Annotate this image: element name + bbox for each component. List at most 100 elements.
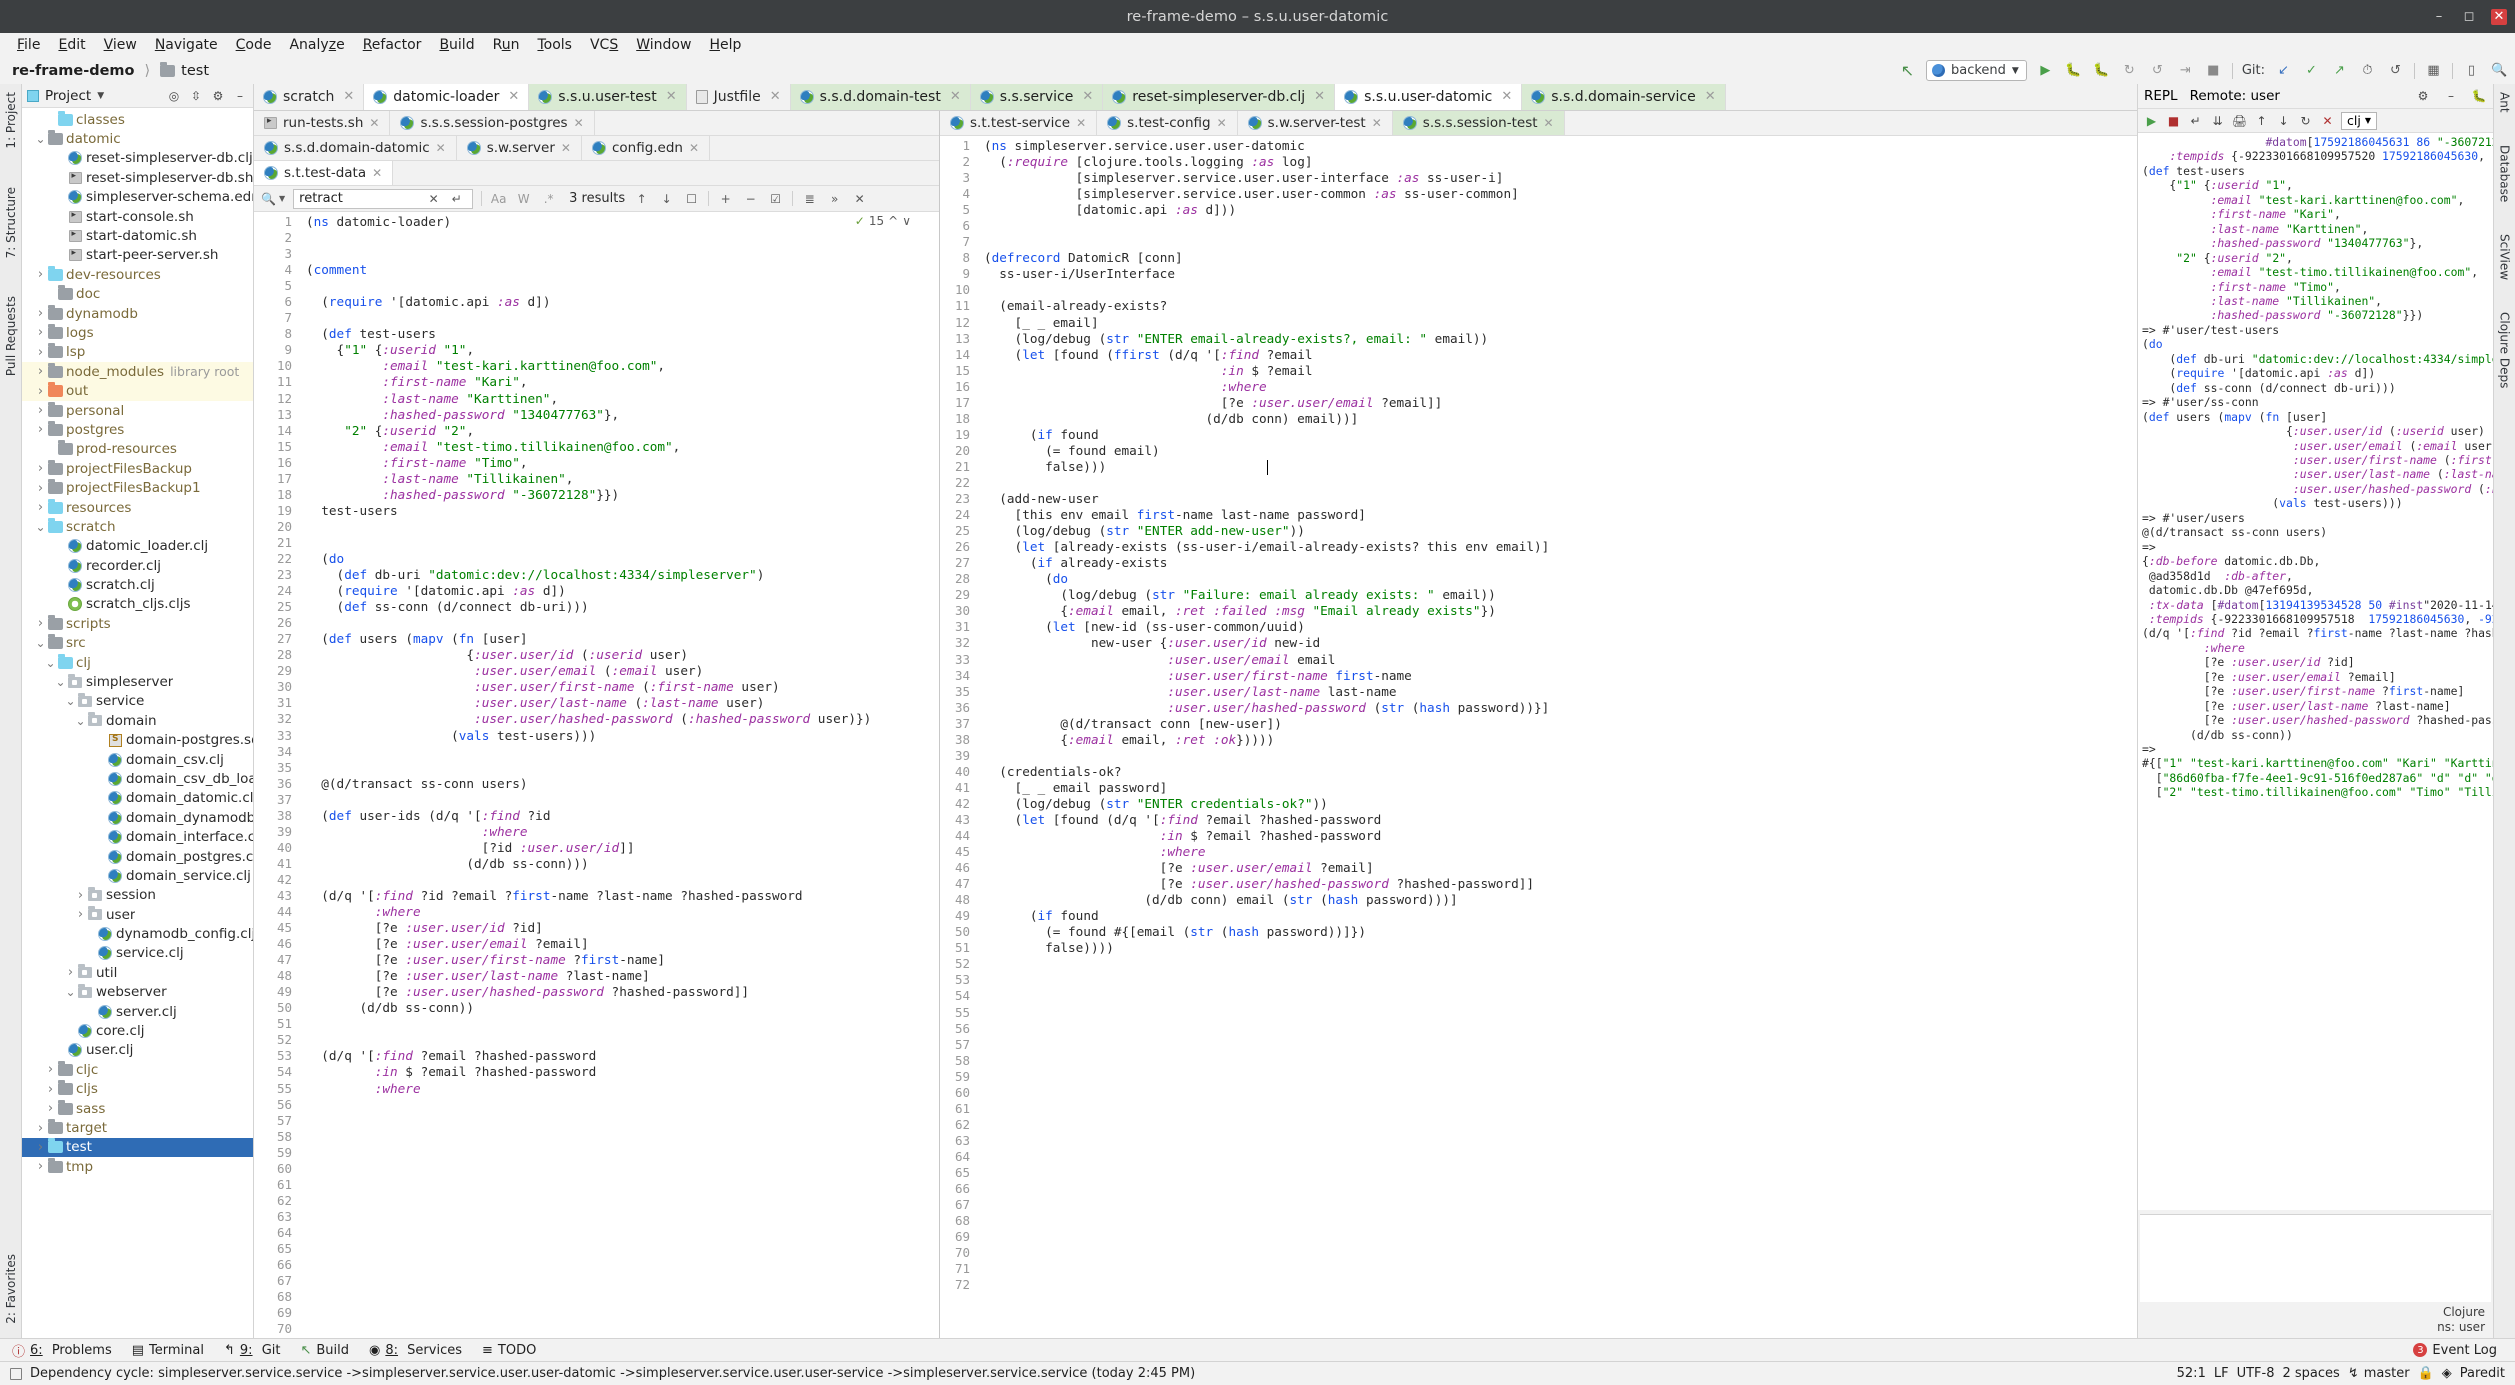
debug-icon[interactable]: 🐛: [2471, 88, 2487, 104]
close-tab-icon[interactable]: ✕: [1372, 116, 1382, 130]
chevron-down-icon[interactable]: ⌄: [34, 133, 47, 145]
chevron-right-icon[interactable]: ›: [34, 403, 47, 418]
bottom-item-git[interactable]: ↰ 9: Git: [224, 1343, 281, 1358]
close-tab-icon[interactable]: ✕: [1217, 116, 1227, 130]
chevron-right-icon[interactable]: ›: [34, 500, 47, 515]
stop-icon[interactable]: ■: [2204, 61, 2223, 80]
menu-tools[interactable]: Tools: [528, 35, 581, 55]
close-tab-icon[interactable]: ✕: [1544, 116, 1554, 130]
chevron-right-icon[interactable]: ›: [34, 1140, 47, 1155]
right-code-area[interactable]: 1 2 3 4 5 6 7 8 9 10 11 12 13 14 15 16 17 18 19 20 21 22 23 24 2…: [940, 136, 2137, 1338]
debug-icon[interactable]: 🐛: [2064, 61, 2083, 80]
chevron-right-icon[interactable]: ›: [34, 345, 47, 360]
settings-icon[interactable]: ⚙: [2415, 88, 2431, 104]
close-tab-icon[interactable]: ✕: [666, 89, 677, 104]
close-tab-icon[interactable]: ✕: [1705, 89, 1716, 104]
chevron-right-icon[interactable]: ›: [34, 461, 47, 476]
prev-match-icon[interactable]: ↑: [633, 190, 650, 207]
close-tab-icon[interactable]: ✕: [436, 141, 446, 155]
inspection-widget[interactable]: ✓ 15 ^ ∨: [855, 214, 911, 228]
git-commit-icon[interactable]: ✓: [2302, 61, 2321, 80]
tree-item-domain-postgres-sql[interactable]: domain-postgres.sql: [22, 731, 253, 750]
tree-item-start-datomic-sh[interactable]: start-datomic.sh: [22, 226, 253, 245]
tree-item-user-clj[interactable]: user.clj: [22, 1041, 253, 1060]
stop-icon[interactable]: ■: [2165, 112, 2182, 129]
tree-item-target[interactable]: › target: [22, 1118, 253, 1137]
tree-item-domain-csv-clj[interactable]: domain_csv.clj: [22, 750, 253, 769]
chevron-down-icon[interactable]: ⌄: [74, 715, 87, 727]
close-tab-icon[interactable]: ✕: [1314, 89, 1325, 104]
left-pane-tabrow-1[interactable]: run-tests.sh ✕ s.s.s.session-postgres ✕: [254, 111, 939, 136]
status-branch[interactable]: ↯ master: [2348, 1366, 2410, 1381]
close-tab-icon[interactable]: ✕: [950, 89, 961, 104]
menu-vcs[interactable]: VCS: [581, 35, 627, 55]
hide-icon[interactable]: –: [232, 88, 248, 104]
step-icon[interactable]: ⇥: [2176, 61, 2195, 80]
tree-item-domain-postgres-clj[interactable]: domain_postgres.clj: [22, 847, 253, 866]
up-icon[interactable]: ↑: [2253, 112, 2270, 129]
soft-wrap-icon[interactable]: ↵: [2187, 112, 2204, 129]
chevron-right-icon[interactable]: ›: [34, 422, 47, 437]
maximize-icon[interactable]: ◻: [2461, 9, 2477, 25]
layout-icon[interactable]: ▦: [2424, 61, 2443, 80]
scroll-end-icon[interactable]: ⇊: [2209, 112, 2226, 129]
sidebar-item-sciview[interactable]: SciView: [2497, 230, 2513, 284]
menu-file[interactable]: File: [8, 35, 49, 55]
editor-tab-bar[interactable]: scratch ✕ datomic-loader ✕ s.s.u.user-test ✕ J…: [254, 84, 2137, 111]
chevron-right-icon[interactable]: ›: [64, 965, 77, 980]
left-code-text[interactable]: (ns datomic-loader) (comment (require '[…: [300, 214, 939, 1097]
tree-item-domain-service-clj[interactable]: domain_service.clj: [22, 866, 253, 885]
bottom-item-services[interactable]: ◉ 8: Services: [369, 1343, 462, 1358]
rerun-icon[interactable]: ↻: [2120, 61, 2139, 80]
bottom-item-build[interactable]: ↖ Build: [300, 1343, 349, 1358]
regex-icon[interactable]: .*: [540, 190, 557, 207]
rollback-icon[interactable]: ↺: [2386, 61, 2405, 80]
close-tab-icon[interactable]: ✕: [574, 116, 584, 130]
tree-item-service[interactable]: ⌄ service: [22, 692, 253, 711]
back-arrow-icon[interactable]: ↖: [1898, 61, 1917, 80]
event-log-button[interactable]: 3 Event Log: [2413, 1343, 2497, 1358]
multiline-icon[interactable]: ↵: [448, 190, 465, 207]
right-code-wrap[interactable]: (ns simpleserver.service.user.user-datom…: [978, 136, 2137, 1338]
tree-item-domain-dynamodb-clj[interactable]: domain_dynamodb.clj: [22, 808, 253, 827]
tree-item-clj[interactable]: ⌄ clj: [22, 653, 253, 672]
close-tab-icon[interactable]: ✕: [369, 116, 379, 130]
tree-item-domain[interactable]: ⌄ domain: [22, 711, 253, 730]
project-tree[interactable]: classes ⌄ datomic reset-simpleserver-db.clj…: [22, 108, 253, 1338]
status-encoding[interactable]: UTF-8: [2237, 1366, 2275, 1381]
menu-window[interactable]: Window: [627, 35, 700, 55]
editor-tab-s-s-d-domain-service[interactable]: s.s.d.domain-service ✕: [1522, 84, 1726, 110]
debug-with-coverage-icon[interactable]: 🐛: [2092, 61, 2111, 80]
tree-item-simpleserver[interactable]: ⌄ simpleserver: [22, 672, 253, 691]
sidebar-item-pull-requests[interactable]: Pull Requests: [3, 292, 19, 380]
tree-item-cljs[interactable]: › cljs: [22, 1080, 253, 1099]
editor-tab-s-s-d-domain-test[interactable]: s.s.d.domain-test ✕: [790, 84, 971, 110]
match-case-icon[interactable]: Aa: [490, 190, 507, 207]
run-icon[interactable]: ▶: [2143, 112, 2160, 129]
tree-item-service-clj[interactable]: service.clj: [22, 944, 253, 963]
editor-tab-s-s-u-user-datomic[interactable]: s.s.u.user-datomic ✕: [1335, 84, 1523, 110]
sidebar-item-structure[interactable]: 7: Structure: [3, 183, 19, 262]
select-all-icon[interactable]: ☐: [683, 190, 700, 207]
tree-item-test[interactable]: › test: [22, 1137, 253, 1158]
chevron-down-icon[interactable]: ⌄: [34, 521, 47, 533]
run-configuration-selector[interactable]: backend ▼: [1925, 60, 2027, 81]
menu-run[interactable]: Run: [484, 35, 529, 55]
sub-tab-config-edn[interactable]: config.edn ✕: [582, 136, 711, 160]
chevron-right-icon[interactable]: ›: [34, 306, 47, 321]
chevron-right-icon[interactable]: ›: [74, 888, 87, 903]
clear-search-icon[interactable]: ✕: [425, 190, 442, 207]
hide-icon[interactable]: –: [2443, 88, 2459, 104]
menu-refactor[interactable]: Refactor: [354, 35, 431, 55]
chevron-down-icon[interactable]: ⌄: [54, 676, 67, 688]
filter-icon[interactable]: ≣: [801, 190, 818, 207]
editor-tab-reset-simpleserver-db-clj[interactable]: reset-simpleserver-db.clj ✕: [1103, 84, 1336, 110]
attach-icon[interactable]: ↺: [2148, 61, 2167, 80]
sub-tab-s-s-d-domain-datomic[interactable]: s.s.d.domain-datomic ✕: [254, 136, 457, 160]
sub-tab-run-tests-sh[interactable]: run-tests.sh ✕: [254, 111, 391, 135]
remove-line-icon[interactable]: −: [742, 190, 759, 207]
tree-item-out[interactable]: › out: [22, 381, 253, 401]
close-tab-icon[interactable]: ✕: [372, 166, 382, 180]
menu-build[interactable]: Build: [430, 35, 483, 55]
tree-item-scratch[interactable]: ⌄ scratch: [22, 517, 253, 536]
